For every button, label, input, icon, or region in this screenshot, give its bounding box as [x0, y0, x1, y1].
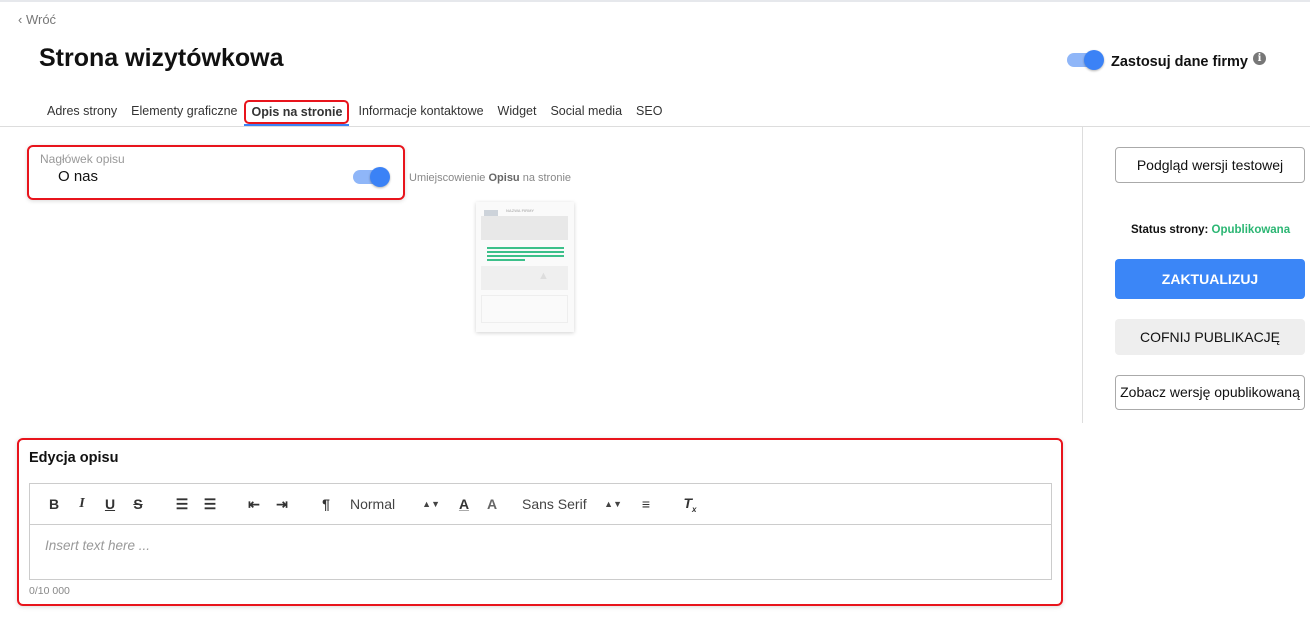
tab-widget[interactable]: Widget: [491, 100, 544, 124]
map-icon: ▲: [538, 270, 549, 282]
chevron-left-icon: ‹: [18, 12, 26, 27]
description-header-toggle[interactable]: [353, 167, 390, 187]
character-counter: 0/10 000: [29, 585, 70, 597]
select-arrows-icon: ▲▼: [604, 499, 622, 509]
page-title: Strona wizytówkowa: [39, 44, 284, 72]
align-icon[interactable]: ≡: [632, 496, 660, 512]
tab-elementy-graficzne[interactable]: Elementy graficzne: [124, 100, 244, 124]
tab-informacje-kontaktowe[interactable]: Informacje kontaktowe: [351, 100, 490, 124]
unpublish-button[interactable]: COFNIJ PUBLIKACJĘ: [1115, 319, 1305, 355]
description-header-field[interactable]: Nagłówek opisu O nas: [27, 145, 405, 200]
outdent-icon[interactable]: ⇤: [240, 496, 268, 513]
status-badge: Opublikowana: [1211, 224, 1291, 236]
background-color-icon[interactable]: A: [478, 496, 506, 512]
info-icon[interactable]: i: [1253, 52, 1266, 65]
underline-icon[interactable]: U: [96, 496, 124, 512]
tab-seo[interactable]: SEO: [629, 100, 669, 124]
editor-toolbar: B I U S ☰ ☰ ⇤ ⇥ ¶ Normal ▲▼ A A Sans Seri…: [29, 483, 1052, 525]
tab-social-media[interactable]: Social media: [543, 100, 629, 124]
editor-content[interactable]: Insert text here ...: [29, 524, 1052, 580]
format-select[interactable]: Normal ▲▼: [350, 496, 440, 512]
strikethrough-icon[interactable]: S: [124, 496, 152, 512]
sidebar-divider: [1082, 127, 1083, 423]
bold-icon[interactable]: B: [40, 496, 68, 512]
tab-adres-strony[interactable]: Adres strony: [40, 100, 124, 124]
description-header-input[interactable]: O nas: [58, 168, 98, 185]
update-button[interactable]: ZAKTUALIZUJ: [1115, 259, 1305, 299]
tab-bar: Adres strony Elementy graficzne Opis na …: [40, 100, 669, 126]
text-color-icon[interactable]: A: [450, 496, 478, 512]
clear-format-icon[interactable]: Tx: [676, 495, 704, 514]
placement-label: Umiejscowienie Opisu na stronie: [409, 172, 572, 184]
font-select[interactable]: Sans Serif ▲▼: [522, 496, 622, 512]
field-label: Nagłówek opisu: [40, 152, 125, 166]
indent-icon[interactable]: ⇥: [268, 496, 296, 513]
page-status: Status strony: Opublikowana: [1131, 224, 1291, 236]
company-data-label: Zastosuj dane firmy: [1111, 54, 1248, 70]
bullet-list-icon[interactable]: ☰: [196, 496, 224, 513]
text-direction-icon[interactable]: ¶: [312, 496, 340, 512]
company-data-toggle[interactable]: [1067, 50, 1104, 70]
divider: [0, 126, 1310, 127]
section-title: Edycja opisu: [29, 450, 119, 466]
select-arrows-icon: ▲▼: [422, 499, 440, 509]
ordered-list-icon[interactable]: ☰: [168, 496, 196, 513]
tab-opis-na-stronie[interactable]: Opis na stronie: [244, 100, 350, 126]
description-editor-section: Edycja opisu B I U S ☰ ☰ ⇤ ⇥ ¶ Normal ▲▼ …: [17, 438, 1063, 606]
placement-thumbnail: NAZWA FIRMY ▲: [476, 202, 574, 332]
preview-test-button[interactable]: Podgląd wersji testowej: [1115, 147, 1305, 183]
back-link[interactable]: ‹ Wróć: [18, 12, 56, 27]
italic-icon[interactable]: I: [68, 496, 96, 512]
view-published-button[interactable]: Zobacz wersję opublikowaną: [1115, 375, 1305, 410]
